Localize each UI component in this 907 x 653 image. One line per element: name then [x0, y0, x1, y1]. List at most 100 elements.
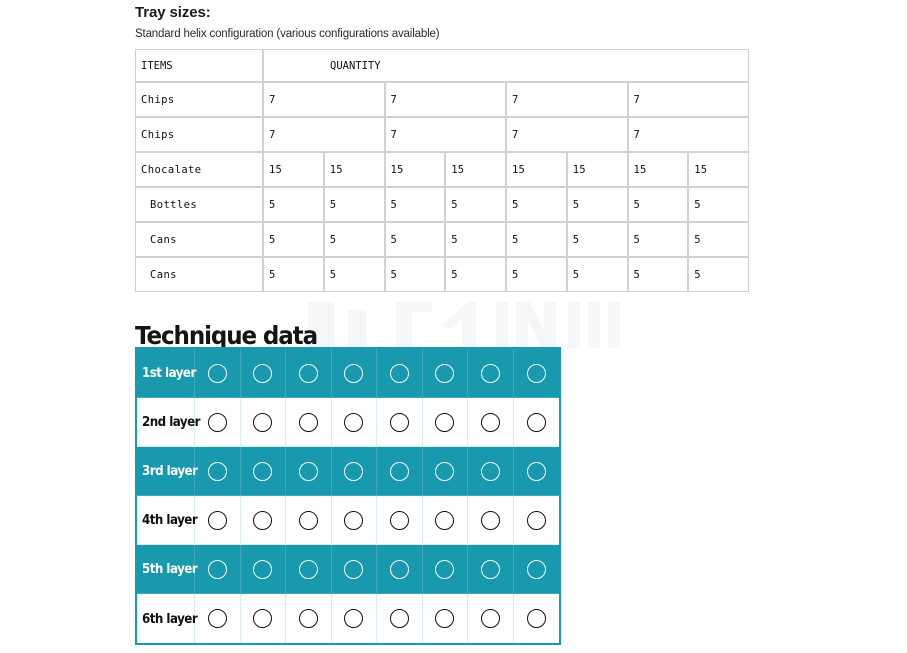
circle-slot-icon [253, 609, 273, 628]
layer-slot-cell[interactable] [240, 349, 286, 398]
quantity-cell: 5 [445, 257, 506, 292]
layer-slot-cell[interactable] [195, 398, 241, 447]
layer-slot-cell[interactable] [422, 398, 468, 447]
circle-slot-icon [207, 363, 227, 383]
layer-slot-cell[interactable] [468, 349, 514, 398]
layer-slot-cell[interactable] [286, 447, 332, 496]
layer-slot-cell[interactable] [240, 594, 286, 643]
layer-slot-cell[interactable] [286, 545, 332, 594]
circle-slot-icon [207, 461, 227, 481]
layer-slot-cell[interactable] [286, 594, 332, 643]
layer-slot-cell[interactable] [377, 398, 423, 447]
quantity-cell: 5 [688, 187, 749, 222]
layer-slot-cell[interactable] [331, 349, 377, 398]
layer-slot-cell[interactable] [422, 447, 468, 496]
layer-slot-cell[interactable] [513, 349, 559, 398]
layer-slot-cell[interactable] [286, 496, 332, 545]
layer-slot-cell[interactable] [331, 398, 377, 447]
layer-slot-cell[interactable] [240, 545, 286, 594]
table-row: Chips 7 7 7 7 [135, 82, 749, 117]
layer-slot-cell[interactable] [513, 447, 559, 496]
circle-slot-icon [389, 609, 409, 628]
layer-slot-cell[interactable] [240, 496, 286, 545]
quantity-cell: 5 [323, 257, 385, 292]
circle-slot-icon [253, 559, 273, 579]
layer-slot-cell[interactable] [195, 349, 241, 398]
layer-slot-cell[interactable] [331, 496, 377, 545]
layer-slot-cell[interactable] [468, 594, 514, 643]
circle-slot-icon [480, 559, 500, 579]
layer-slot-cell[interactable] [513, 545, 559, 594]
quantity-cell: 5 [506, 222, 567, 257]
layer-label-cell: 3rd layer [137, 447, 198, 496]
table-row: Bottles 5 5 5 5 5 5 5 5 [135, 187, 749, 222]
quantity-cell: 7 [263, 82, 385, 117]
circle-slot-icon [298, 461, 318, 481]
layer-slot-cell[interactable] [422, 496, 468, 545]
layer-slot-cell[interactable] [422, 594, 468, 643]
layer-slot-cell[interactable] [195, 447, 241, 496]
column-header-quantity: QUANTITY [263, 49, 749, 82]
layer-slot-cell[interactable] [195, 545, 241, 594]
quantity-cell: 15 [445, 152, 506, 187]
quantity-cell: 7 [384, 117, 506, 152]
layer-label-cell: 5th layer [137, 545, 198, 594]
layer-slot-cell[interactable] [240, 398, 286, 447]
layer-slot-cell[interactable] [468, 545, 514, 594]
table-row: Cans 5 5 5 5 5 5 5 5 [135, 222, 749, 257]
layer-slot-cell[interactable] [377, 349, 423, 398]
technique-data-title: Technique data [135, 320, 318, 350]
layer-slot-cell[interactable] [331, 447, 377, 496]
circle-slot-icon [526, 609, 546, 628]
circle-slot-icon [207, 412, 227, 432]
circle-slot-icon [526, 412, 546, 432]
quantity-cell: 15 [263, 152, 324, 187]
layer-label-cell: 6th layer [137, 594, 198, 643]
circle-slot-icon [389, 510, 409, 530]
quantity-cell: 7 [506, 117, 628, 152]
layer-slot-cell[interactable] [331, 545, 377, 594]
circle-slot-icon [207, 609, 227, 628]
quantity-cell: 5 [566, 257, 628, 292]
layer-slot-cell[interactable] [513, 594, 559, 643]
quantity-cell: 5 [627, 187, 689, 222]
layer-slot-cell[interactable] [468, 398, 514, 447]
quantity-cell: 5 [445, 222, 506, 257]
tray-subtitle: Standard helix configuration (various co… [135, 28, 440, 40]
circle-slot-icon [389, 363, 409, 383]
layer-slot-cell[interactable] [377, 447, 423, 496]
layer-slot-cell[interactable] [286, 398, 332, 447]
quantity-cell: 7 [627, 117, 749, 152]
item-name-cell: Chocalate [135, 152, 263, 187]
circle-slot-icon [435, 363, 455, 383]
layer-slot-cell[interactable] [377, 496, 423, 545]
layer-slot-cell[interactable] [286, 349, 332, 398]
layer-label-text: 2nd layer [142, 414, 201, 430]
layer-slot-cell[interactable] [377, 545, 423, 594]
tray-sizes-table: ITEMS QUANTITY Chips 7 7 7 7 Chips 7 7 7 7 Chocala… [135, 49, 749, 292]
circle-slot-icon [435, 609, 455, 628]
layer-slot-cell[interactable] [468, 496, 514, 545]
layer-row: 6th layer [137, 594, 559, 643]
layer-slot-cell[interactable] [513, 398, 559, 447]
quantity-cell: 15 [688, 152, 749, 187]
layer-label-text: 4th layer [142, 512, 198, 528]
circle-slot-icon [344, 559, 364, 579]
layer-slot-cell[interactable] [195, 594, 241, 643]
quantity-cell: 7 [263, 117, 385, 152]
layer-slot-cell[interactable] [422, 349, 468, 398]
layer-slot-cell[interactable] [377, 594, 423, 643]
layer-slot-cell[interactable] [240, 447, 286, 496]
layer-slot-cell[interactable] [195, 496, 241, 545]
layer-slot-cell[interactable] [513, 496, 559, 545]
quantity-cell: 5 [506, 187, 567, 222]
quantity-cell: 5 [384, 222, 446, 257]
quantity-cell: 5 [323, 187, 385, 222]
circle-slot-icon [298, 412, 318, 432]
layer-slot-cell[interactable] [468, 447, 514, 496]
layer-slot-cell[interactable] [422, 545, 468, 594]
circle-slot-icon [526, 510, 546, 530]
layer-slot-cell[interactable] [331, 594, 377, 643]
circle-slot-icon [389, 412, 409, 432]
circle-slot-icon [480, 363, 500, 383]
